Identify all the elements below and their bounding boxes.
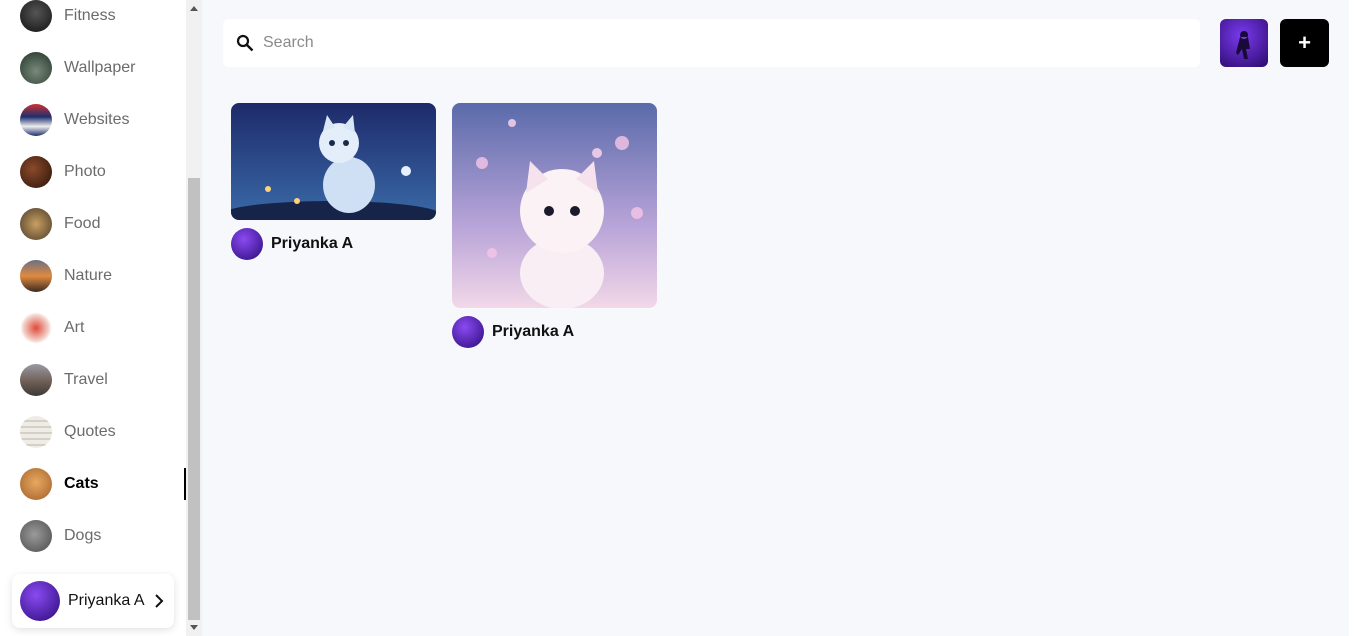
- cat-pink-icon[interactable]: [452, 103, 657, 308]
- scroll-down-arrow-icon[interactable]: [186, 620, 202, 636]
- websites-thumb-icon: [20, 104, 52, 136]
- sidebar-item-travel[interactable]: Travel: [20, 364, 186, 396]
- sidebar-item-label: Websites: [64, 111, 130, 128]
- sidebar-item-dogs[interactable]: Dogs: [20, 520, 186, 552]
- sidebar-item-food[interactable]: Food: [20, 208, 186, 240]
- photo-thumb-icon: [20, 156, 52, 188]
- sidebar-item-art[interactable]: Art: [20, 312, 186, 344]
- sidebar-item-label: Dogs: [64, 527, 102, 544]
- sidebar-item-wallpaper[interactable]: Wallpaper: [20, 52, 186, 84]
- pin-author[interactable]: Priyanka A: [452, 316, 657, 348]
- sidebar-item-websites[interactable]: Websites: [20, 104, 186, 136]
- sidebar-item-label: Food: [64, 215, 101, 232]
- sidebar-item-nature[interactable]: Nature: [20, 260, 186, 292]
- cat-night-icon[interactable]: [231, 103, 436, 220]
- dogs-thumb-icon: [20, 520, 52, 552]
- user-avatar-button[interactable]: [1220, 19, 1268, 67]
- page-scrollbar[interactable]: [1349, 0, 1366, 636]
- sidebar-item-photo[interactable]: Photo: [20, 156, 186, 188]
- profile-name: Priyanka A: [68, 592, 145, 609]
- wallpaper-thumb-icon: [20, 52, 52, 84]
- art-thumb-icon: [20, 312, 52, 344]
- pin-author-name: Priyanka A: [492, 323, 575, 340]
- avatar: [452, 316, 484, 348]
- scrollbar-thumb[interactable]: [188, 178, 200, 620]
- search-bar: [223, 19, 1200, 67]
- avatar: [231, 228, 263, 260]
- add-button[interactable]: +: [1280, 19, 1329, 67]
- pin-card[interactable]: Priyanka A: [452, 103, 657, 348]
- sidebar-item-quotes[interactable]: Quotes: [20, 416, 186, 448]
- scroll-up-arrow-icon[interactable]: [186, 0, 202, 16]
- sidebar-item-label: Fitness: [64, 7, 116, 24]
- food-thumb-icon: [20, 208, 52, 240]
- pin-author[interactable]: Priyanka A: [231, 228, 436, 260]
- fitness-thumb-icon: [20, 0, 52, 32]
- nature-thumb-icon: [20, 260, 52, 292]
- avatar: [20, 581, 60, 621]
- pin-author-name: Priyanka A: [271, 235, 354, 252]
- chevron-right-icon: [152, 594, 166, 608]
- profile-card[interactable]: Priyanka A: [12, 574, 174, 628]
- sidebar-item-cats[interactable]: Cats: [20, 468, 186, 500]
- sidebar-item-label: Quotes: [64, 423, 116, 440]
- sidebar: Fitness Wallpaper Websites Photo Food Na…: [0, 0, 186, 636]
- sidebar-item-fitness[interactable]: Fitness: [20, 0, 186, 32]
- sidebar-scrollbar[interactable]: [186, 0, 202, 636]
- travel-thumb-icon: [20, 364, 52, 396]
- avatar-figure-icon: [1236, 31, 1250, 59]
- sidebar-item-label: Photo: [64, 163, 106, 180]
- cats-thumb-icon: [20, 468, 52, 500]
- search-icon: [235, 33, 255, 53]
- sidebar-item-label: Wallpaper: [64, 59, 136, 76]
- pin-card[interactable]: Priyanka A: [231, 103, 436, 260]
- sidebar-item-label: Travel: [64, 371, 108, 388]
- sidebar-item-label: Cats: [64, 475, 99, 492]
- sidebar-item-label: Art: [64, 319, 85, 336]
- sidebar-item-label: Nature: [64, 267, 113, 284]
- search-input[interactable]: [263, 34, 1163, 52]
- quotes-thumb-icon: [20, 416, 52, 448]
